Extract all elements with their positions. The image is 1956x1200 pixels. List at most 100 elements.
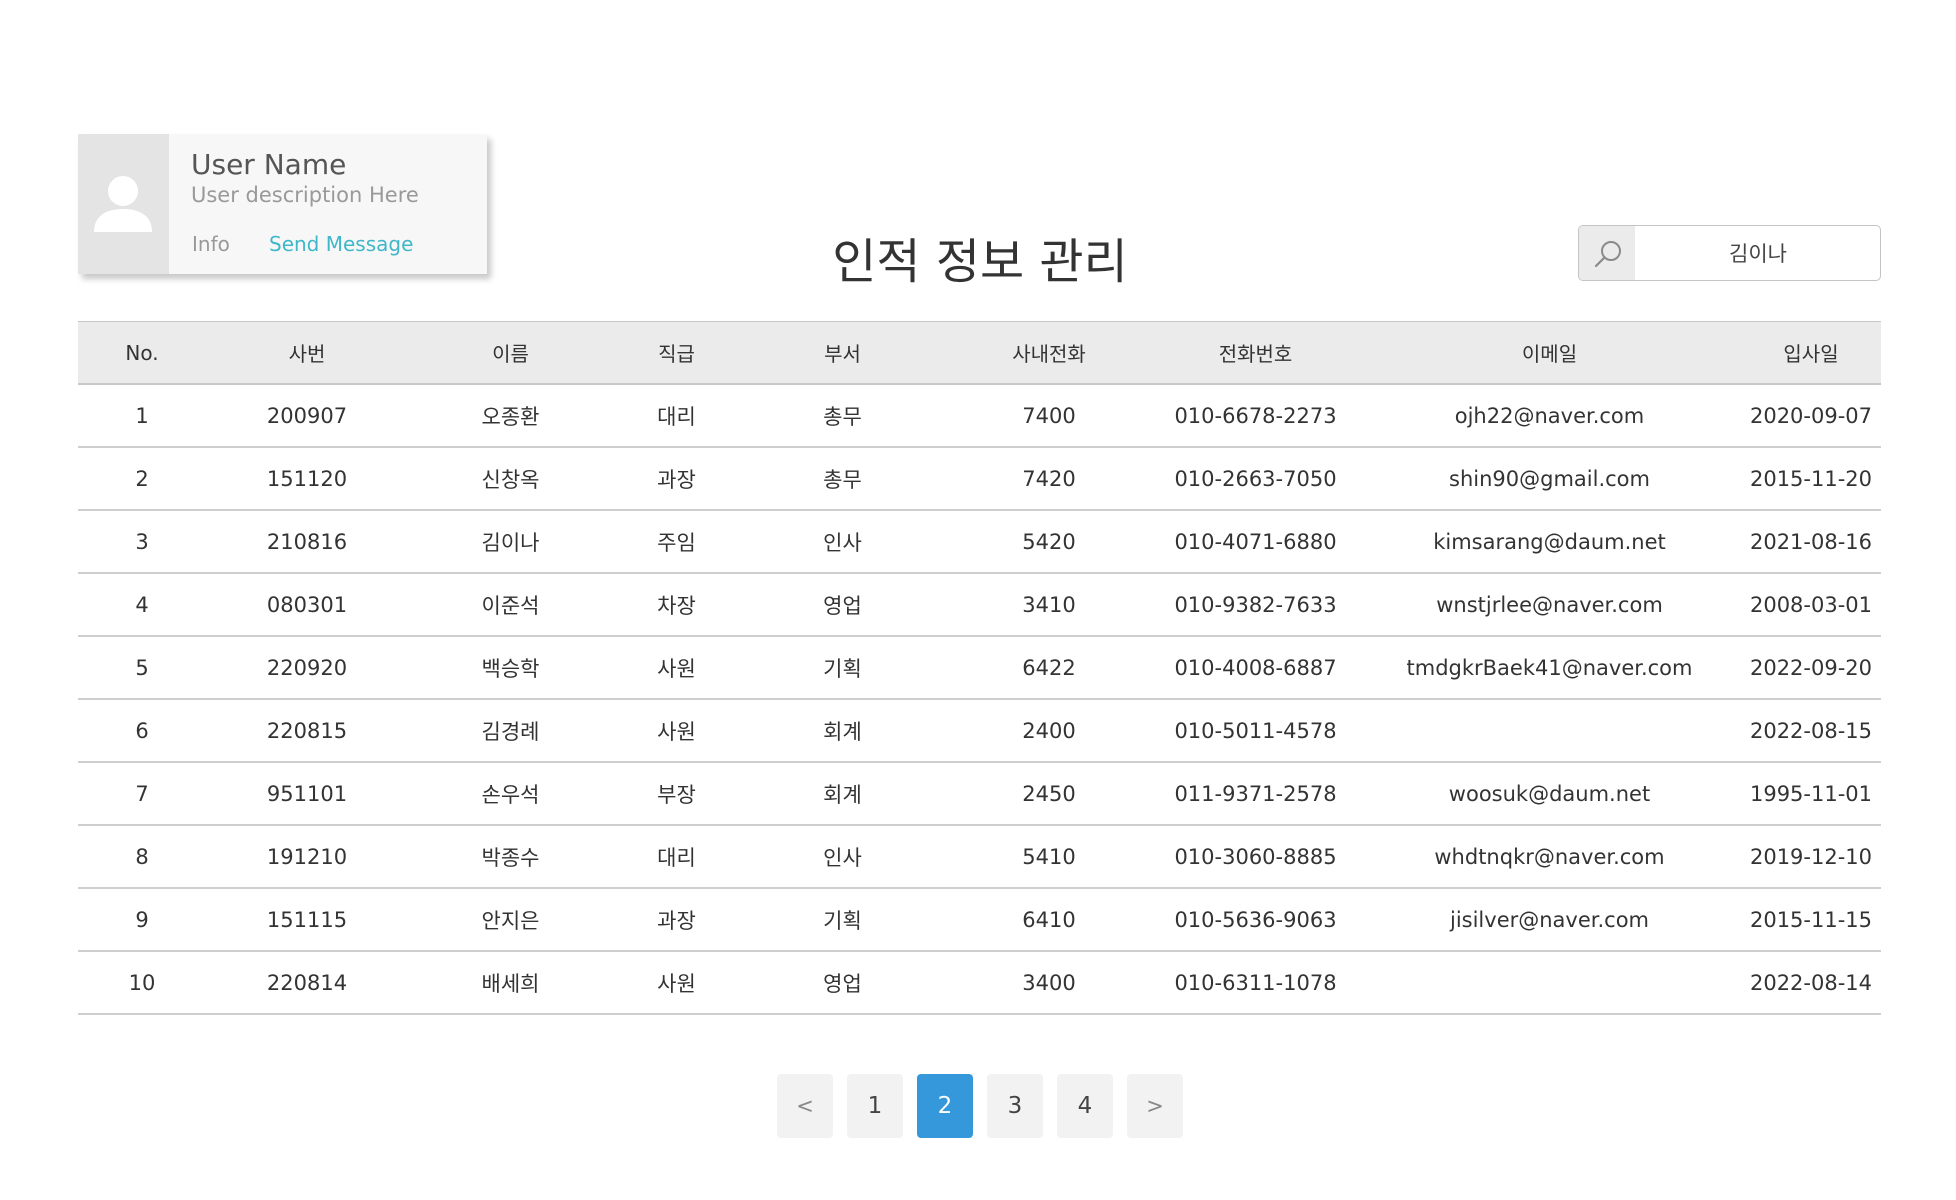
table-row[interactable]: 4 080301 이준석 차장 영업 3410 010-9382-7633 wnstjrlee… — [78, 573, 1881, 637]
cell-department: 기획 — [740, 888, 945, 952]
cell-no: 5 — [78, 636, 206, 700]
table-row[interactable]: 5 220920 백승학 사원 기획 6422 010-4008-6887 tmdgkrBae… — [78, 636, 1881, 700]
page-button-4[interactable]: 4 — [1057, 1074, 1113, 1138]
cell-extension: 5410 — [945, 825, 1153, 889]
cell-name: 이준석 — [408, 573, 613, 637]
pagination: < 1 2 3 4 > — [777, 1074, 1183, 1138]
search-input[interactable] — [1636, 226, 1880, 280]
table-row[interactable]: 1 200907 오종환 대리 총무 7400 010-6678-2273 ojh22@nav… — [78, 384, 1881, 448]
cell-no: 8 — [78, 825, 206, 889]
page-button-2[interactable]: 2 — [917, 1074, 973, 1138]
cell-phone: 010-6311-1078 — [1153, 951, 1358, 1015]
user-profile-card: User Name User description Here Info Sen… — [78, 134, 487, 274]
cell-extension: 7400 — [945, 384, 1153, 448]
cell-email: woosuk@daum.net — [1358, 762, 1741, 826]
page-title: 인적 정보 관리 — [832, 234, 1128, 290]
page-button-3[interactable]: 3 — [987, 1074, 1043, 1138]
cell-email: tmdgkrBaek41@naver.com — [1358, 636, 1741, 700]
cell-employee-id: 151115 — [206, 888, 408, 952]
cell-employee-id: 210816 — [206, 510, 408, 574]
cell-extension: 7420 — [945, 447, 1153, 511]
cell-position: 사원 — [613, 699, 740, 763]
cell-department: 기획 — [740, 636, 945, 700]
cell-employee-id: 220814 — [206, 951, 408, 1015]
cell-email — [1358, 951, 1741, 1015]
cell-email: shin90@gmail.com — [1358, 447, 1741, 511]
cell-hire-date: 2022-09-20 — [1741, 636, 1881, 700]
cell-hire-date: 2022-08-14 — [1741, 951, 1881, 1015]
cell-email: wnstjrlee@naver.com — [1358, 573, 1741, 637]
cell-email: jisilver@naver.com — [1358, 888, 1741, 952]
cell-department: 회계 — [740, 699, 945, 763]
cell-no: 6 — [78, 699, 206, 763]
info-link[interactable]: Info — [192, 232, 230, 256]
header-position[interactable]: 직급 — [613, 321, 740, 385]
cell-position: 주임 — [613, 510, 740, 574]
cell-email — [1358, 699, 1741, 763]
cell-hire-date: 2022-08-15 — [1741, 699, 1881, 763]
cell-position: 사원 — [613, 636, 740, 700]
cell-phone: 010-6678-2273 — [1153, 384, 1358, 448]
cell-phone: 010-2663-7050 — [1153, 447, 1358, 511]
header-department[interactable]: 부서 — [740, 321, 945, 385]
cell-employee-id: 220815 — [206, 699, 408, 763]
table-row[interactable]: 9 151115 안지은 과장 기획 6410 010-5636-9063 jisilver@… — [78, 888, 1881, 952]
page-button-1[interactable]: 1 — [847, 1074, 903, 1138]
cell-no: 9 — [78, 888, 206, 952]
table-row[interactable]: 2 151120 신창옥 과장 총무 7420 010-2663-7050 shin90@gm… — [78, 447, 1881, 511]
cell-position: 과장 — [613, 447, 740, 511]
cell-name: 김이나 — [408, 510, 613, 574]
table-row[interactable]: 8 191210 박종수 대리 인사 5410 010-3060-8885 whdtnqkr@… — [78, 825, 1881, 889]
cell-phone: 010-5636-9063 — [1153, 888, 1358, 952]
table-row[interactable]: 7 951101 손우석 부장 회계 2450 011-9371-2578 woosuk@da… — [78, 762, 1881, 826]
cell-hire-date: 2015-11-20 — [1741, 447, 1881, 511]
employee-table: No. 사번 이름 직급 부서 사내전화 전화번호 이메일 입사일 1 20090… — [78, 321, 1881, 1015]
cell-extension: 6422 — [945, 636, 1153, 700]
cell-name: 오종환 — [408, 384, 613, 448]
cell-position: 부장 — [613, 762, 740, 826]
header-email[interactable]: 이메일 — [1358, 321, 1741, 385]
table-row[interactable]: 3 210816 김이나 주임 인사 5420 010-4071-6880 kimsarang… — [78, 510, 1881, 574]
cell-phone: 010-4071-6880 — [1153, 510, 1358, 574]
cell-email: kimsarang@daum.net — [1358, 510, 1741, 574]
cell-no: 10 — [78, 951, 206, 1015]
cell-position: 사원 — [613, 951, 740, 1015]
cell-department: 인사 — [740, 510, 945, 574]
cell-no: 2 — [78, 447, 206, 511]
cell-hire-date: 2019-12-10 — [1741, 825, 1881, 889]
cell-phone: 010-9382-7633 — [1153, 573, 1358, 637]
header-no[interactable]: No. — [78, 321, 206, 385]
search-icon — [1594, 241, 1621, 268]
prev-page-button[interactable]: < — [777, 1074, 833, 1138]
cell-extension: 5420 — [945, 510, 1153, 574]
cell-phone: 010-3060-8885 — [1153, 825, 1358, 889]
cell-position: 과장 — [613, 888, 740, 952]
cell-name: 배세희 — [408, 951, 613, 1015]
header-extension[interactable]: 사내전화 — [945, 321, 1153, 385]
header-hire-date[interactable]: 입사일 — [1741, 321, 1881, 385]
cell-name: 신창옥 — [408, 447, 613, 511]
user-icon — [94, 176, 152, 232]
next-page-button[interactable]: > — [1127, 1074, 1183, 1138]
cell-hire-date: 1995-11-01 — [1741, 762, 1881, 826]
header-employee-id[interactable]: 사번 — [206, 321, 408, 385]
cell-extension: 2400 — [945, 699, 1153, 763]
table-header-row: No. 사번 이름 직급 부서 사내전화 전화번호 이메일 입사일 — [78, 321, 1881, 385]
table-row[interactable]: 6 220815 김경례 사원 회계 2400 010-5011-4578 2022-08-1… — [78, 699, 1881, 763]
cell-phone: 010-5011-4578 — [1153, 699, 1358, 763]
cell-employee-id: 151120 — [206, 447, 408, 511]
search-box — [1578, 225, 1881, 281]
cell-extension: 3410 — [945, 573, 1153, 637]
header-name[interactable]: 이름 — [408, 321, 613, 385]
cell-department: 영업 — [740, 951, 945, 1015]
cell-name: 박종수 — [408, 825, 613, 889]
user-description: User description Here — [191, 183, 419, 207]
cell-position: 대리 — [613, 825, 740, 889]
cell-department: 영업 — [740, 573, 945, 637]
cell-email: ojh22@naver.com — [1358, 384, 1741, 448]
header-phone[interactable]: 전화번호 — [1153, 321, 1358, 385]
search-button[interactable] — [1579, 226, 1635, 280]
cell-no: 1 — [78, 384, 206, 448]
table-row[interactable]: 10 220814 배세희 사원 영업 3400 010-6311-1078 2022-08-… — [78, 951, 1881, 1015]
send-message-link[interactable]: Send Message — [269, 232, 413, 256]
